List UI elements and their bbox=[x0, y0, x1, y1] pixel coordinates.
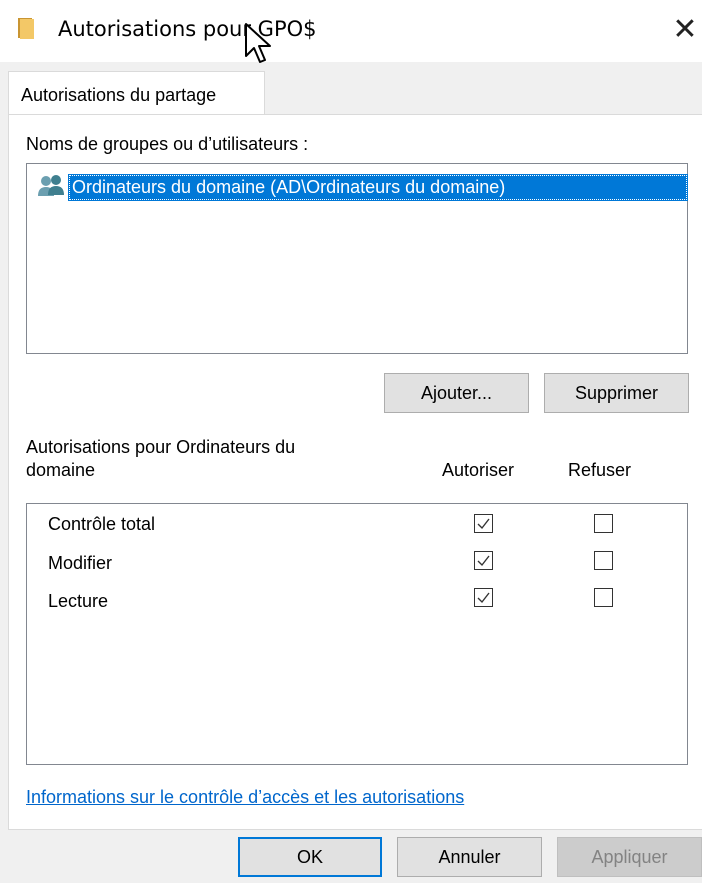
add-button[interactable]: Ajouter... bbox=[384, 373, 529, 413]
close-icon[interactable]: ✕ bbox=[668, 13, 702, 47]
check-icon bbox=[477, 555, 490, 567]
window-title: Autorisations pour GPO$ bbox=[58, 17, 317, 41]
title-bar: Autorisations pour GPO$ ✕ bbox=[0, 0, 702, 62]
remove-button[interactable]: Supprimer bbox=[544, 373, 689, 413]
deny-column-header: Refuser bbox=[568, 460, 632, 480]
cancel-button[interactable]: Annuler bbox=[397, 837, 542, 877]
deny-checkbox-modify[interactable] bbox=[594, 551, 613, 570]
mouse-cursor-icon bbox=[245, 23, 271, 63]
check-icon bbox=[477, 592, 490, 604]
access-control-help-link[interactable]: Informations sur le contrôle d’accès et … bbox=[26, 786, 464, 808]
permission-name-full-control: Contrôle total bbox=[48, 514, 156, 534]
allow-checkbox-read[interactable] bbox=[474, 588, 493, 607]
apply-button[interactable]: Appliquer bbox=[557, 837, 702, 877]
deny-checkbox-read[interactable] bbox=[594, 588, 613, 607]
check-icon bbox=[477, 518, 490, 530]
permissions-label-line1: Autorisations pour Ordinateurs du bbox=[26, 437, 296, 457]
permissions-list bbox=[26, 503, 688, 765]
deny-checkbox-full-control[interactable] bbox=[594, 514, 613, 533]
permission-name-modify: Modifier bbox=[48, 553, 113, 573]
group-users-icon bbox=[38, 175, 64, 196]
permissions-label-line2: domaine bbox=[26, 460, 96, 480]
allow-checkbox-full-control[interactable] bbox=[474, 514, 493, 533]
tab-share-permissions[interactable]: Autorisations du partage bbox=[8, 71, 265, 116]
allow-column-header: Autoriser bbox=[442, 460, 515, 480]
allow-checkbox-modify[interactable] bbox=[474, 551, 493, 570]
folder-icon bbox=[18, 18, 34, 39]
list-item-label: Ordinateurs du domaine (AD\Ordinateurs d… bbox=[72, 177, 506, 197]
groups-label: Noms de groupes ou d’utilisateurs : bbox=[26, 134, 309, 154]
permission-name-read: Lecture bbox=[48, 591, 109, 611]
ok-button[interactable]: OK bbox=[238, 837, 382, 877]
